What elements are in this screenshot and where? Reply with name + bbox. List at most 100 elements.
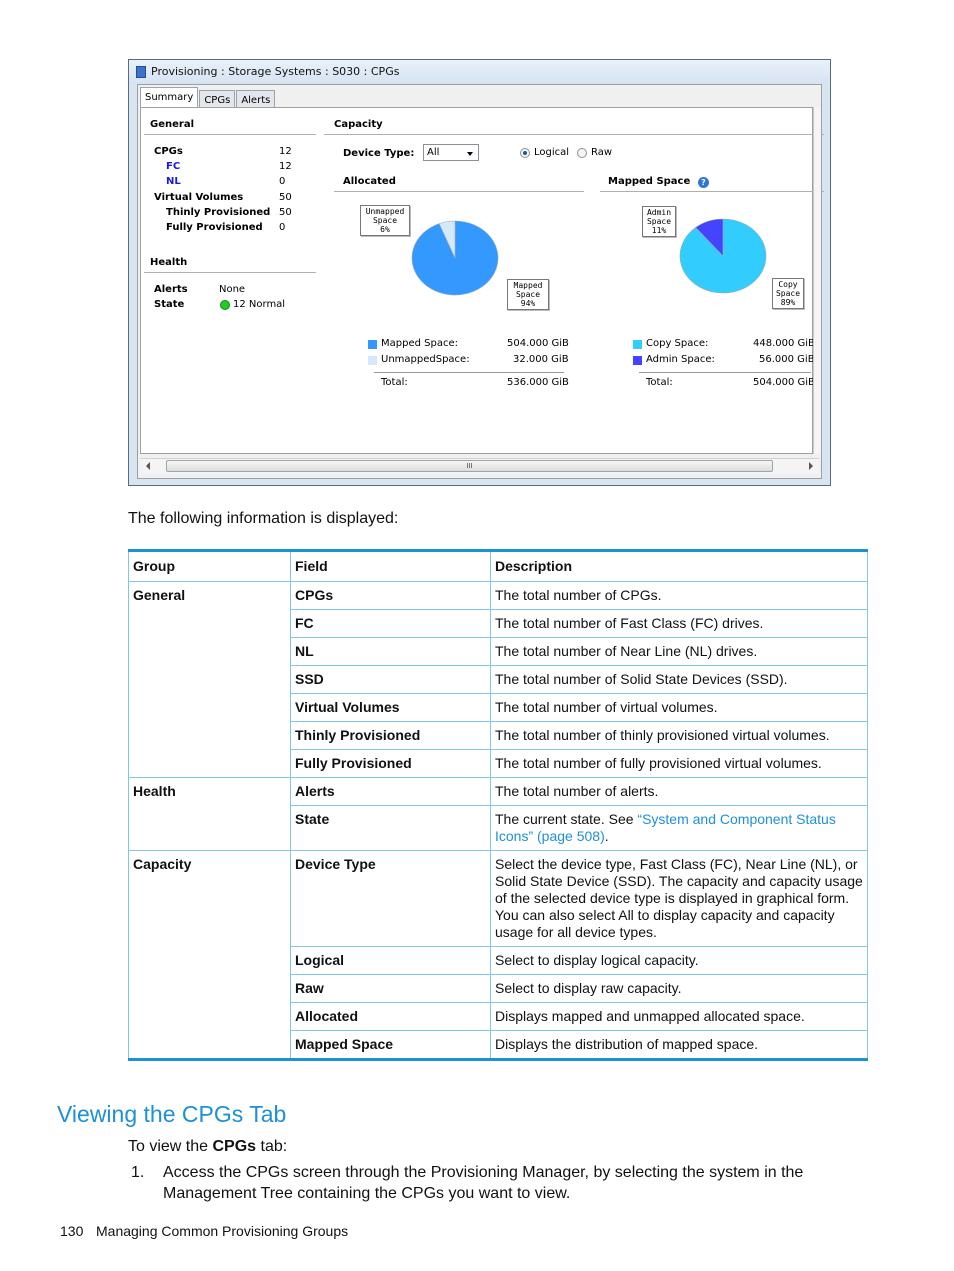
field-cell: State bbox=[290, 805, 491, 851]
description-cell: The total number of fully provisioned vi… bbox=[490, 749, 868, 778]
field-description-table: Group Field Description General CPGs The… bbox=[128, 549, 868, 1061]
window-content: Summary CPGs Alerts General CPGs 12 FC 1… bbox=[137, 84, 824, 479]
table-row: Health Alerts The total number of alerts… bbox=[128, 777, 868, 851]
allocated-heading: Allocated bbox=[343, 176, 396, 187]
page-number: 130 bbox=[60, 1223, 84, 1239]
description-cell: The total number of virtual volumes. bbox=[490, 693, 868, 722]
legend-value: 56.000 GiB bbox=[759, 354, 815, 365]
device-type-select[interactable]: All bbox=[423, 144, 479, 161]
field-cell: FC bbox=[290, 609, 491, 638]
unmapped-space-swatch bbox=[368, 356, 377, 365]
vertical-scrollbar[interactable] bbox=[813, 107, 821, 454]
callout-line: Space bbox=[646, 217, 672, 226]
admin-space-swatch bbox=[633, 356, 642, 365]
cpgs-label: CPGs bbox=[154, 146, 183, 157]
field-cell: Alerts bbox=[290, 777, 491, 806]
callout-line: Space bbox=[372, 216, 398, 225]
description-cell: The total number of thinly provisioned v… bbox=[490, 721, 868, 750]
mapped-space-pie-chart bbox=[679, 218, 767, 294]
device-type-value: All bbox=[427, 147, 440, 158]
callout-line: Admin bbox=[646, 208, 672, 217]
intro-text: The following information is displayed: bbox=[128, 510, 399, 527]
copy-space-swatch bbox=[633, 340, 642, 349]
description-cell: The current state. See “System and Compo… bbox=[490, 805, 868, 851]
nl-label: NL bbox=[166, 176, 181, 187]
health-heading: Health bbox=[150, 257, 188, 268]
device-type-label: Device Type: bbox=[343, 148, 415, 159]
description-cell: Displays mapped and unmapped allocated s… bbox=[490, 1002, 868, 1031]
alerts-value: None bbox=[219, 284, 246, 295]
field-cell: Raw bbox=[290, 974, 491, 1003]
cpgs-value: 12 bbox=[279, 146, 292, 157]
raw-radio-label[interactable]: Raw bbox=[591, 147, 612, 158]
callout-line: 94% bbox=[520, 299, 536, 308]
callout-line: 89% bbox=[780, 298, 796, 307]
state-label: State bbox=[154, 299, 185, 310]
column-header: Field bbox=[290, 550, 491, 582]
mapped-space-swatch bbox=[368, 340, 377, 349]
legend-label: Copy Space: bbox=[646, 338, 709, 349]
admin-space-callout: Admin Space 11% bbox=[642, 206, 676, 237]
window-title: Provisioning : Storage Systems : S030 : … bbox=[151, 65, 400, 78]
mapped-space-callout: Mapped Space 94% bbox=[507, 279, 549, 310]
help-icon[interactable]: ? bbox=[698, 177, 709, 188]
group-cell: General bbox=[128, 581, 291, 778]
copy-space-callout: Copy Space 89% bbox=[772, 278, 804, 309]
scrollbar-thumb[interactable]: III bbox=[166, 460, 773, 472]
legend-label: Mapped Space: bbox=[381, 338, 458, 349]
logical-radio-label[interactable]: Logical bbox=[534, 147, 569, 158]
logical-radio[interactable] bbox=[520, 148, 530, 158]
description-cell: Select to display logical capacity. bbox=[490, 946, 868, 975]
legend-value: 32.000 GiB bbox=[513, 354, 569, 365]
column-header: Description bbox=[490, 550, 868, 582]
scroll-right-arrow-icon[interactable] bbox=[809, 462, 813, 470]
total-value: 536.000 GiB bbox=[507, 377, 569, 388]
group-cell: Health bbox=[128, 777, 291, 851]
unmapped-space-callout: Unmapped Space 6% bbox=[360, 205, 410, 236]
field-cell: Allocated bbox=[290, 1002, 491, 1031]
description-text: The current state. See bbox=[495, 811, 638, 827]
divider bbox=[639, 372, 811, 373]
callout-line: 11% bbox=[651, 226, 667, 235]
callout-line: 6% bbox=[380, 225, 390, 234]
horizontal-scrollbar[interactable]: III bbox=[140, 458, 819, 474]
description-cell: Select the device type, Fast Class (FC),… bbox=[490, 850, 868, 947]
divider bbox=[334, 191, 584, 192]
divider bbox=[324, 134, 824, 135]
legend-label: UnmappedSpace: bbox=[381, 354, 470, 365]
footer-title: Managing Common Provisioning Groups bbox=[96, 1223, 349, 1239]
raw-radio[interactable] bbox=[577, 148, 587, 158]
field-cell: CPGs bbox=[290, 581, 491, 610]
virtual-volumes-value: 50 bbox=[279, 192, 292, 203]
description-cell: The total number of Solid State Devices … bbox=[490, 665, 868, 694]
legend-value: 448.000 GiB bbox=[753, 338, 815, 349]
table-header-row: Group Field Description bbox=[128, 550, 868, 582]
fc-label: FC bbox=[166, 161, 181, 172]
allocated-pie-chart bbox=[411, 220, 499, 296]
grip-icon: III bbox=[466, 462, 473, 470]
app-icon bbox=[136, 66, 146, 78]
total-label: Total: bbox=[381, 377, 408, 388]
legend-label: Admin Space: bbox=[646, 354, 715, 365]
lead-text: tab: bbox=[256, 1138, 288, 1155]
scroll-left-arrow-icon[interactable] bbox=[146, 462, 150, 470]
general-heading: General bbox=[150, 119, 194, 130]
provisioning-window: Provisioning : Storage Systems : S030 : … bbox=[128, 59, 831, 486]
callout-line: Copy bbox=[778, 280, 798, 289]
section-heading: Viewing the CPGs Tab bbox=[57, 1101, 287, 1127]
field-cell: Mapped Space bbox=[290, 1030, 491, 1060]
table-row: General CPGs The total number of CPGs. bbox=[128, 581, 868, 778]
window-title-bar: Provisioning : Storage Systems : S030 : … bbox=[129, 60, 830, 84]
callout-line: Space bbox=[775, 289, 801, 298]
step-text-line: Management Tree containing the CPGs you … bbox=[163, 1185, 571, 1202]
divider bbox=[600, 191, 824, 192]
divider bbox=[144, 272, 316, 273]
description-cell: The total number of CPGs. bbox=[490, 581, 868, 610]
field-cell: Virtual Volumes bbox=[290, 693, 491, 722]
virtual-volumes-label: Virtual Volumes bbox=[154, 192, 244, 203]
table-row: Capacity Device Type Select the device t… bbox=[128, 850, 868, 1060]
field-cell: Logical bbox=[290, 946, 491, 975]
alerts-label: Alerts bbox=[154, 284, 188, 295]
callout-line: Mapped bbox=[513, 281, 543, 290]
tab-bar: Summary CPGs Alerts bbox=[140, 87, 276, 111]
